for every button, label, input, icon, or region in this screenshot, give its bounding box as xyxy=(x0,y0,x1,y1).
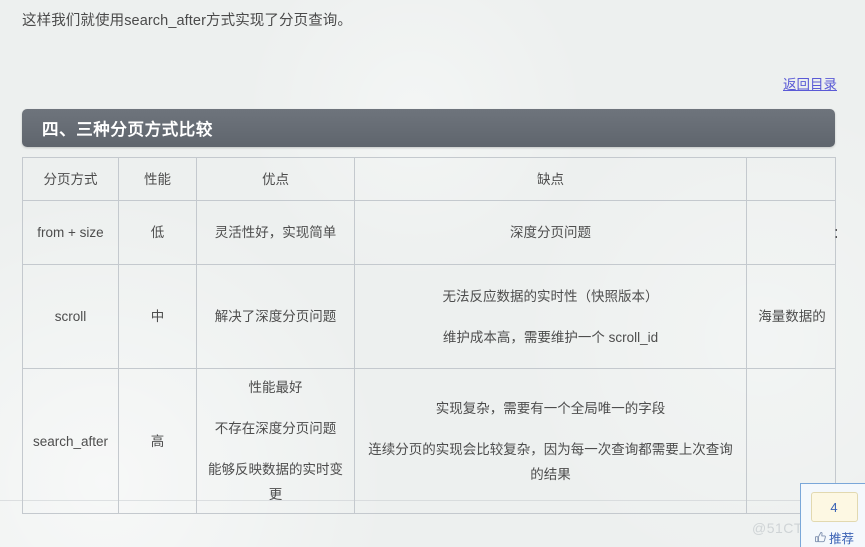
cell-pros: 灵活性好，实现简单 xyxy=(196,200,355,265)
column-header-scenario xyxy=(746,157,836,201)
back-to-toc-row: 返回目录 xyxy=(783,73,837,94)
cell-method: from + size xyxy=(22,200,119,265)
scenario-text xyxy=(790,225,792,240)
comparison-table-container: 分页方式 性能 优点 缺点 from + size 低 灵活性好，实现简单 深度… xyxy=(22,157,865,514)
cell-pros: 解决了深度分页问题 xyxy=(196,264,355,369)
thumbs-up-icon xyxy=(814,531,827,544)
cell-performance: 中 xyxy=(118,264,197,369)
cell-performance: 高 xyxy=(118,368,197,514)
cell-cons: 深度分页问题 xyxy=(354,200,747,265)
clipped-right-text: ： xyxy=(833,222,837,242)
cons-line: 深度分页问题 xyxy=(510,225,591,240)
pros-line: 不存在深度分页问题 xyxy=(214,421,337,436)
page-container: 这样我们就使用search_after方式实现了分页查询。 返回目录 四、三种分… xyxy=(0,0,865,547)
section-title: 四、三种分页方式比较 xyxy=(42,121,213,139)
table-body: from + size 低 灵活性好，实现简单 深度分页问题 scroll 中 xyxy=(22,200,836,514)
pros-line: 能够反映数据的实时变更 xyxy=(208,462,343,502)
pros-line: 性能最好 xyxy=(248,380,303,395)
scenario-text: 海量数据的 xyxy=(758,309,826,324)
table-row: search_after 高 性能最好 不存在深度分页问题 能够反映数据的实时变… xyxy=(22,368,836,514)
cell-scenario xyxy=(746,200,836,265)
recommend-count-box: 4 xyxy=(810,492,858,522)
column-header-pros: 优点 xyxy=(196,157,355,201)
recommend-count: 4 xyxy=(830,499,838,515)
cell-method: scroll xyxy=(22,264,119,369)
recommend-button[interactable]: 推荐 xyxy=(814,528,854,547)
cell-performance: 低 xyxy=(118,200,197,265)
cell-method: search_after xyxy=(22,368,119,514)
cons-line: 维护成本高，需要维护一个 scroll_id xyxy=(442,329,659,345)
cell-cons: 无法反应数据的实时性（快照版本） 维护成本高，需要维护一个 scroll_id xyxy=(354,264,747,369)
column-header-method: 分页方式 xyxy=(22,157,119,201)
cons-line: 无法反应数据的实时性（快照版本） xyxy=(442,288,659,304)
back-to-toc-link[interactable]: 返回目录 xyxy=(783,77,837,92)
pros-line: 解决了深度分页问题 xyxy=(214,309,337,324)
table-row: scroll 中 解决了深度分页问题 无法反应数据的实时性（快照版本） 维护成本… xyxy=(22,264,836,369)
cons-line: 实现复杂，需要有一个全局唯一的字段 xyxy=(435,400,666,416)
column-header-cons: 缺点 xyxy=(354,157,747,201)
intro-paragraph: 这样我们就使用search_after方式实现了分页查询。 xyxy=(22,13,352,29)
column-header-performance: 性能 xyxy=(118,157,197,201)
table-row: from + size 低 灵活性好，实现简单 深度分页问题 xyxy=(22,200,836,265)
pagination-comparison-table: 分页方式 性能 优点 缺点 from + size 低 灵活性好，实现简单 深度… xyxy=(22,157,836,514)
cell-cons: 实现复杂，需要有一个全局唯一的字段 连续分页的实现会比较复杂，因为每一次查询都需… xyxy=(354,368,747,514)
section-header-bar: 四、三种分页方式比较 xyxy=(22,109,835,147)
recommend-label: 推荐 xyxy=(828,532,854,546)
recommend-widget[interactable]: 4 推荐 xyxy=(800,483,865,547)
cell-scenario: 海量数据的 xyxy=(746,264,836,369)
pros-line: 灵活性好，实现简单 xyxy=(214,225,337,240)
scenario-text xyxy=(790,434,792,449)
table-header-row: 分页方式 性能 优点 缺点 xyxy=(22,157,836,201)
cons-line: 连续分页的实现会比较复杂，因为每一次查询都需要上次查询的结果 xyxy=(368,441,733,482)
table-head: 分页方式 性能 优点 缺点 xyxy=(22,157,836,201)
cell-pros: 性能最好 不存在深度分页问题 能够反映数据的实时变更 xyxy=(196,368,355,514)
